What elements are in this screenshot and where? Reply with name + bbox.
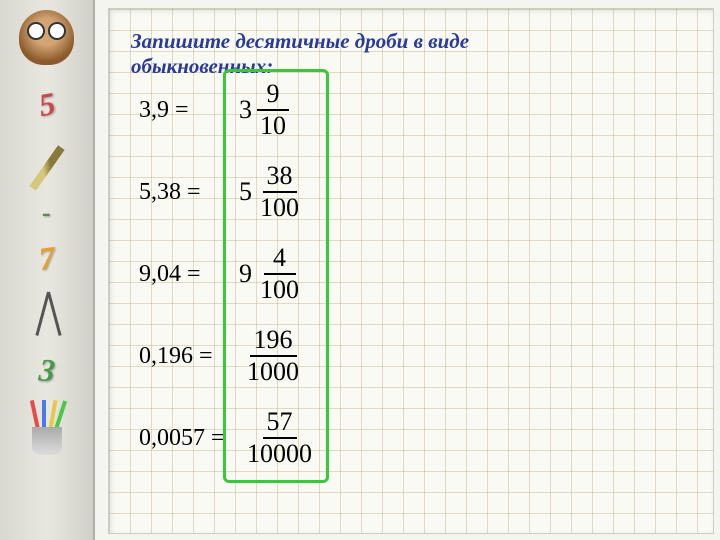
denominator: 100 <box>256 193 303 221</box>
fraction-answer: 5 38 100 <box>239 163 303 221</box>
numerator: 38 <box>263 163 297 193</box>
number-3-icon: 3 <box>37 351 56 389</box>
sidebar: 5 - 7 3 <box>0 0 95 540</box>
title-line-2: обыкновенных: <box>131 54 273 78</box>
whole-part: 3 <box>239 95 252 125</box>
fraction: 4 100 <box>256 245 303 303</box>
decimal-value: 5,38 = <box>139 179 239 206</box>
fraction: 196 1000 <box>243 327 303 385</box>
decimal-value: 0,196 = <box>139 343 239 370</box>
owl-icon <box>19 10 74 65</box>
problem-row: 0,0057 = 57 10000 <box>139 409 316 467</box>
decimal-value: 9,04 = <box>139 261 239 288</box>
problem-row: 3,9 = 3 9 10 <box>139 81 316 139</box>
numerator: 196 <box>250 327 297 357</box>
problem-row: 5,38 = 5 38 100 <box>139 163 316 221</box>
denominator: 100 <box>256 275 303 303</box>
number-7-icon: 7 <box>36 239 57 278</box>
numerator: 57 <box>263 409 297 439</box>
compass-icon <box>27 287 67 342</box>
fraction-answer: 3 9 10 <box>239 81 290 139</box>
worksheet-area: Запишите десятичные дроби в виде обыкнов… <box>108 8 714 534</box>
whole-part: 9 <box>239 259 252 289</box>
title-line-1: Запишите десятичные дроби в виде <box>131 29 469 53</box>
decimal-value: 3,9 = <box>139 97 239 124</box>
fraction-answer: 196 1000 <box>239 327 303 385</box>
problems-list: 3,9 = 3 9 10 5,38 = 5 38 100 9,04 = <box>139 81 316 491</box>
denominator: 1000 <box>243 357 303 385</box>
fraction-answer: 57 10000 <box>239 409 316 467</box>
number-5-icon: 5 <box>35 85 57 124</box>
denominator: 10000 <box>243 439 316 467</box>
decimal-value: 0,0057 = <box>139 425 239 452</box>
ruler-icon <box>27 133 67 188</box>
denominator: 10 <box>256 111 290 139</box>
fraction: 9 10 <box>256 81 290 139</box>
fraction: 57 10000 <box>243 409 316 467</box>
numerator: 4 <box>264 245 296 275</box>
fraction: 38 100 <box>256 163 303 221</box>
whole-part: 5 <box>239 177 252 207</box>
numerator: 9 <box>257 81 289 111</box>
fraction-answer: 9 4 100 <box>239 245 303 303</box>
problem-row: 0,196 = 196 1000 <box>139 327 316 385</box>
instruction-title: Запишите десятичные дроби в виде обыкнов… <box>131 29 469 79</box>
minus-icon: - <box>42 198 51 228</box>
problem-row: 9,04 = 9 4 100 <box>139 245 316 303</box>
pencil-cup-icon <box>22 395 72 455</box>
